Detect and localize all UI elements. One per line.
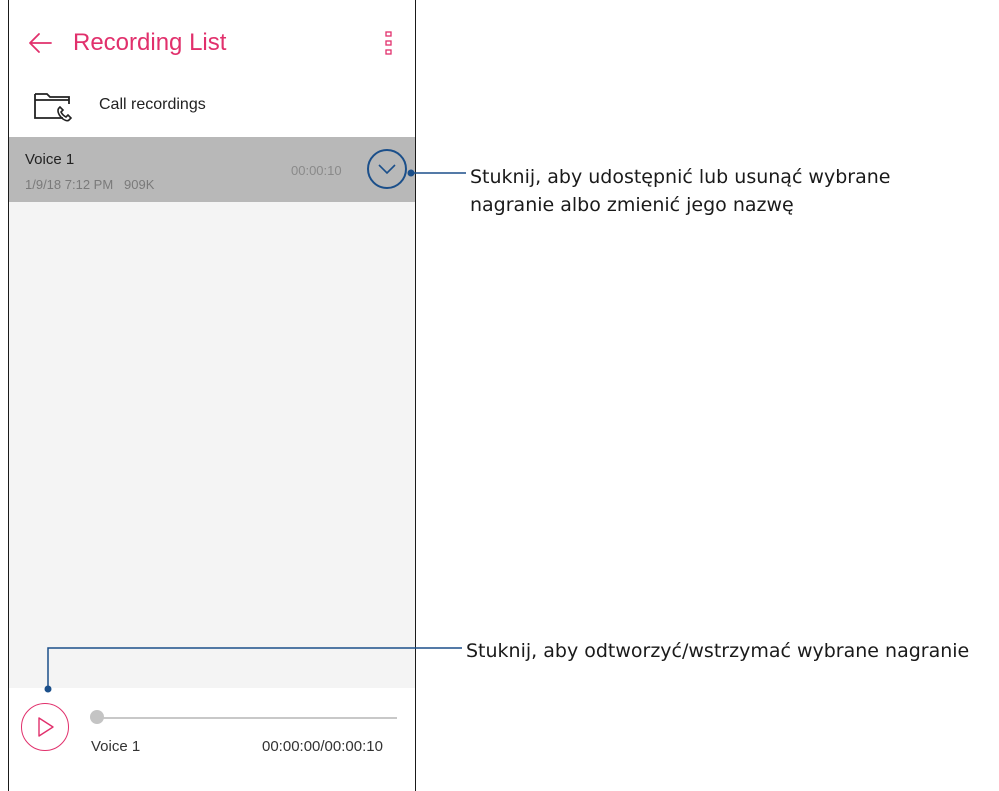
callout-dot-expand [407, 169, 415, 177]
callout-lines [44, 169, 466, 693]
callout-line-play [47, 647, 462, 689]
callout-expand-text: Stuknij, aby udostępnić lub usunąć wybra… [470, 166, 891, 216]
callout-play-text: Stuknij, aby odtworzyć/wstrzymać wybrane… [466, 640, 970, 662]
callout-dot-play [44, 685, 52, 693]
